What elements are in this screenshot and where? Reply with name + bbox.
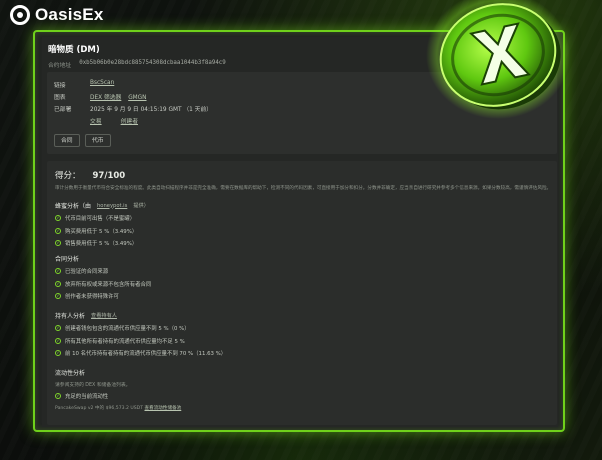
honeypot-title-suffix: 提供） [133, 203, 149, 209]
score-label: 得分： [55, 171, 81, 181]
check-item-text: 充足的当前流动性 [65, 394, 109, 401]
liquidity-pool-value: PancakeSwap v2 中的 $96,573.2 USDT [55, 406, 144, 412]
check-icon: ✓ [55, 280, 61, 287]
check-icon: ✓ [55, 393, 61, 400]
check-icon: ✓ [55, 227, 61, 234]
list-item: ✓ 代币目前可出售（不是蜜罐） [55, 214, 149, 222]
liquidity-pool-link[interactable]: 查看流动性储备池 [145, 406, 182, 411]
check-icon: ✓ [55, 349, 61, 356]
deployed-value: 2025 年 9 月 9 日 04:15:19 GMT （1 天前） [90, 107, 213, 113]
holders-section: 持有人分析 查看持有人 ✓ 创建者钱包包含的流通代币供应量不到 5 %（0 %） … [55, 311, 226, 357]
token-title: 暗物质 (DM) [48, 45, 100, 55]
list-item: ✓ 创建者钱包包含的流通代币供应量不到 5 %（0 %） [55, 324, 226, 332]
dex-screener-link[interactable]: DEX 筛选器 [90, 95, 121, 101]
list-item: ✓ 放弃所有权或来源不包含所有者合同 [55, 280, 151, 288]
contract-address-row: 合约地址 0xb5b06b0e28bdc885754308dcbaa1044b3… [48, 60, 226, 69]
liquidity-note: 请参阅支持的 DEX 和储备池列表。 [55, 383, 131, 388]
contract-button[interactable]: 合同 [54, 134, 80, 147]
liquidity-title: 流动性分析 [55, 370, 86, 377]
check-item-text: 代币目前可出售（不是蜜罐） [65, 216, 136, 223]
list-item: ✓ 购买费用低于 5 %（3.49%） [55, 227, 149, 235]
oasisex-logo-icon [10, 5, 30, 25]
check-icon: ✓ [55, 337, 61, 344]
check-icon: ✓ [55, 325, 61, 332]
chart-label: 图表 [54, 95, 66, 101]
gmgn-link[interactable]: GMGN [128, 95, 146, 101]
contract-section: 合同分析 ✓ 已验证的合同来源 ✓ 放弃所有权或来源不包含所有者合同 ✓ 创作者未获得… [55, 254, 151, 300]
token-button[interactable]: 代币 [85, 134, 111, 147]
list-item: ✓ 已验证的合同来源 [55, 267, 151, 275]
trade-link[interactable]: 交易 [90, 116, 102, 125]
deployed-row: 已部署 2025 年 9 月 9 日 04:15:19 GMT （1 天前） [54, 104, 212, 113]
bscscan-link[interactable]: BscScan [90, 80, 114, 89]
check-item-text: 前 10 名代币持有者持有的流通代币供应量不到 70 %（11.63 %） [65, 350, 227, 357]
list-item: ✓ 充足的当前流动性 [55, 392, 181, 400]
check-icon: ✓ [55, 215, 61, 222]
list-item: ✓ 创作者未获得特殊许可 [55, 292, 151, 300]
check-icon: ✓ [55, 268, 61, 275]
check-item-text: 创作者未获得特殊许可 [65, 293, 119, 300]
liquidity-footer: PancakeSwap v2 中的 $96,573.2 USDT 查看流动性储备… [55, 405, 181, 411]
chart-row: 图表 DEX 筛选器 GMGN [54, 92, 152, 101]
score-header: 得分： 97/100 [55, 169, 125, 181]
liquidity-section: 流动性分析 请参阅支持的 DEX 和储备池列表。 ✓ 充足的当前流动性 Panca… [55, 368, 181, 411]
oasisex-coin-icon [426, 0, 570, 119]
holders-title: 持有人分析 查看持有人 [55, 311, 226, 320]
honeypot-title: 蜂蜜分析（由 honeypot.is 提供） [55, 201, 149, 211]
list-item: ✓ 前 10 名代币持有者持有的流通代币供应量不到 70 %（11.63 %） [55, 349, 226, 357]
view-holders-link[interactable]: 查看持有人 [91, 312, 117, 319]
list-item: ✓ 所有其他所有者持有的流通代币供应量均不足 5 % [55, 337, 226, 345]
check-icon: ✓ [55, 292, 61, 299]
creator-link[interactable]: 创建者 [121, 116, 138, 125]
honeypot-link[interactable]: honeypot.is [97, 203, 127, 209]
honeypot-section: 蜂蜜分析（由 honeypot.is 提供） ✓ 代币目前可出售（不是蜜罐） ✓ 购… [55, 201, 149, 247]
score-value: 97/100 [92, 171, 126, 181]
list-item: ✓ 销售费用低于 5 %（3.49%） [55, 239, 149, 247]
check-item-text: 已验证的合同来源 [65, 269, 109, 276]
check-item-text: 销售费用低于 5 %（3.49%） [65, 240, 138, 247]
contract-address[interactable]: 0xb5b06b0e28bdc885754308dcbaa1044b3f8a94… [79, 60, 226, 69]
chain-row: 链接 BscScan [54, 80, 119, 89]
contract-address-label: 合约地址 [48, 63, 72, 69]
honeypot-title-text: 蜂蜜分析（由 [55, 203, 92, 210]
sub-links-row: 交易 创建者 [90, 116, 143, 125]
contract-title: 合同分析 [55, 256, 80, 263]
token-header: 暗物质 (DM) 合约地址 0xb5b06b0e28bdc885754308dc… [48, 43, 226, 69]
check-icon: ✓ [55, 239, 61, 246]
deployed-label: 已部署 [54, 107, 72, 113]
score-card: 得分： 97/100 审计分数用于衡量代币符合安全标准的程度。此类自动扫描程序并… [47, 161, 557, 425]
check-item-text: 放弃所有权或来源不包含所有者合同 [65, 281, 152, 288]
score-description: 审计分数用于衡量代币符合安全标准的程度。此类自动扫描程序并非是完全准确，需要在数… [55, 186, 550, 191]
holders-title-text: 持有人分析 [55, 313, 86, 320]
brand-logo[interactable]: OasisEx [10, 5, 104, 25]
brand-name: OasisEx [35, 5, 104, 24]
check-item-text: 创建者钱包包含的流通代币供应量不到 5 %（0 %） [65, 326, 190, 333]
check-item-text: 购买费用低于 5 %（3.49%） [65, 228, 138, 235]
check-item-text: 所有其他所有者持有的流通代币供应量均不足 5 % [65, 338, 185, 345]
chain-label: 链接 [54, 83, 66, 89]
